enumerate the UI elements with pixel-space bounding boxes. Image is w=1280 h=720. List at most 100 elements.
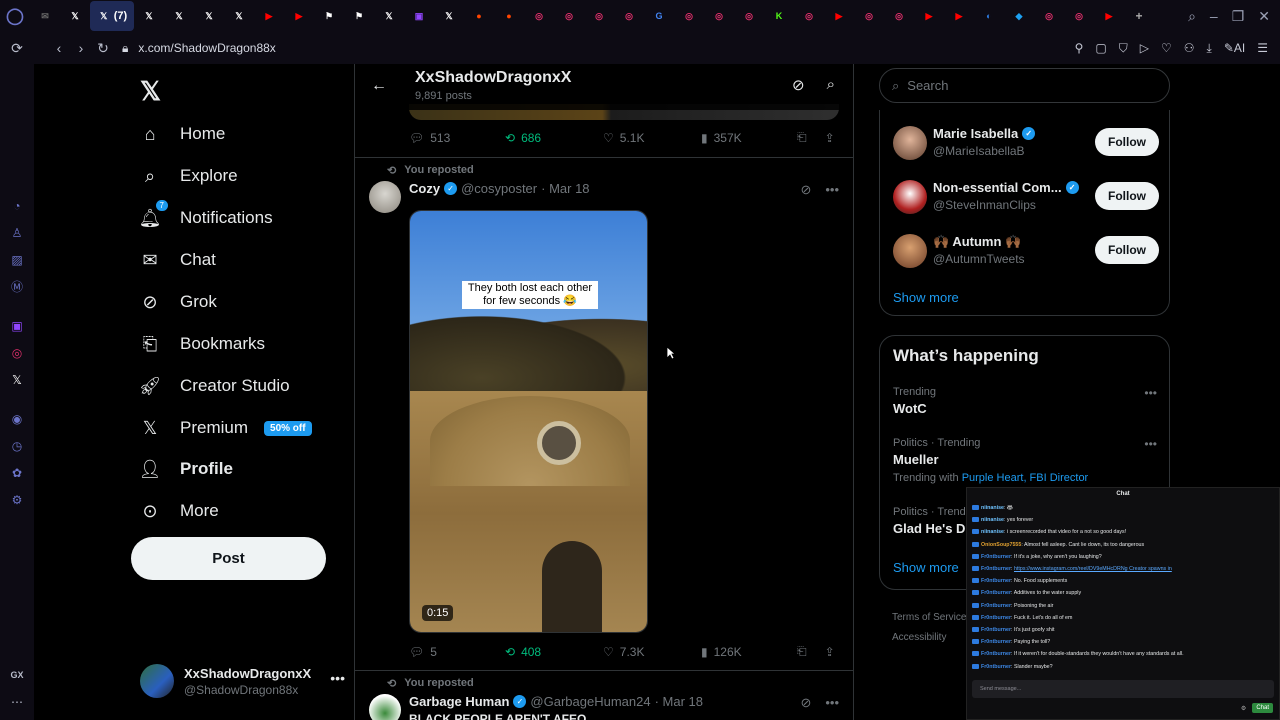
chat-username[interactable]: Fr0ntburner: [981, 627, 1011, 633]
tab-instagram[interactable]: ◎: [854, 1, 884, 31]
twitch-icon[interactable]: ▣: [11, 312, 22, 339]
chat-username[interactable]: Fr0ntburner: [981, 651, 1011, 657]
like-button[interactable]: ♡ 5.1K: [603, 131, 701, 145]
tab-flag[interactable]: ⚑: [314, 1, 344, 31]
tab-youtube[interactable]: ▶: [284, 1, 314, 31]
tab-reddit[interactable]: ●: [494, 1, 524, 31]
stripe-icon[interactable]: ▨: [11, 246, 22, 273]
tab-x-active[interactable]: 𝕏 (7): [90, 1, 134, 31]
follow-suggestion[interactable]: Marie Isabella ✓ @MarieIsabellaB Follow: [893, 122, 1159, 162]
nav-notifications[interactable]: 🔔︎ 7 Notifications: [138, 200, 273, 230]
snapshot-icon[interactable]: ▢: [1095, 41, 1106, 55]
download-icon[interactable]: ⤓: [1207, 41, 1212, 56]
instagram-icon[interactable]: ◎: [12, 339, 22, 366]
tab-instagram[interactable]: ◎: [614, 1, 644, 31]
tab-x[interactable]: 𝕏: [224, 1, 254, 31]
tab-youtube[interactable]: ▶: [914, 1, 944, 31]
reply-button[interactable]: 💬︎ 5: [409, 645, 505, 659]
tab-google[interactable]: G: [644, 1, 674, 31]
tab-twitter-blue[interactable]: ◆: [1004, 1, 1034, 31]
chat-username[interactable]: niinanise: [981, 517, 1004, 523]
bookmark-icon[interactable]: ⎗: [797, 644, 807, 659]
aria-icon[interactable]: ◔: [13, 192, 20, 219]
back-arrow-icon[interactable]: ←: [371, 77, 387, 95]
follow-button[interactable]: Follow: [1095, 128, 1159, 156]
chat-input[interactable]: Send message...: [972, 680, 1274, 698]
more-dots-icon[interactable]: •••: [825, 695, 839, 711]
more-dots-icon[interactable]: •••: [825, 182, 839, 198]
nav-chat[interactable]: ✉ Chat: [138, 248, 215, 272]
tab-flag[interactable]: ⚑: [344, 1, 374, 31]
chat-send-button[interactable]: Chat: [1252, 703, 1273, 713]
nav-home[interactable]: ⌂ Home: [138, 122, 226, 146]
suggestion-name[interactable]: Marie Isabella ✓: [933, 126, 1036, 141]
m-icon[interactable]: Ⓜ: [11, 273, 23, 300]
nav-more[interactable]: ⊙ More: [138, 499, 218, 523]
grok-icon[interactable]: ⊘: [800, 182, 811, 198]
back-icon[interactable]: ‹: [48, 40, 70, 56]
author-handle[interactable]: @GarbageHuman24: [530, 694, 650, 709]
tab-mail[interactable]: ✉: [30, 1, 60, 31]
trend-with-topics[interactable]: Purple Heart, FBI Director: [962, 472, 1089, 484]
grok-icon[interactable]: ⊘: [792, 76, 805, 94]
chat-username[interactable]: Fr0ntburner: [981, 639, 1011, 645]
search-icon[interactable]: ⌕: [827, 76, 835, 94]
nav-profile[interactable]: 👤︎ Profile: [138, 457, 233, 481]
views-button[interactable]: ▮ 357K: [701, 131, 797, 145]
chat-username[interactable]: Fr0ntburner: [981, 664, 1011, 670]
chat-username[interactable]: Fr0ntburner: [981, 590, 1011, 596]
views-button[interactable]: ▮ 126K: [701, 645, 797, 659]
heart-icon[interactable]: ♡: [1161, 41, 1172, 55]
share-icon[interactable]: ⇪: [825, 131, 835, 145]
tab-instagram[interactable]: ◎: [584, 1, 614, 31]
sync-icon[interactable]: ⟳: [6, 40, 28, 57]
tab-x[interactable]: 𝕏: [134, 1, 164, 31]
maximize-icon[interactable]: ❐: [1232, 8, 1245, 25]
tab-instagram[interactable]: ◎: [1034, 1, 1064, 31]
tweet-date[interactable]: · Mar 18: [655, 694, 703, 709]
chat-username[interactable]: niinanise: [981, 529, 1004, 535]
new-tab-icon[interactable]: +: [1124, 1, 1154, 31]
tab-youtube[interactable]: ▶: [824, 1, 854, 31]
tab-youtube[interactable]: ▶: [254, 1, 284, 31]
avatar[interactable]: [369, 694, 401, 720]
forward-icon[interactable]: ›: [70, 40, 92, 56]
trend-item[interactable]: Politics · Trending Mueller Trending with …: [893, 437, 1159, 484]
chat-username[interactable]: niinanise: [981, 505, 1004, 511]
more-dots-icon[interactable]: •••: [330, 670, 345, 686]
settings-icon[interactable]: ⚙: [12, 486, 23, 513]
tweet-date[interactable]: · Mar 18: [541, 181, 589, 196]
chat-username[interactable]: Fr0ntburner: [981, 566, 1011, 572]
follow-button[interactable]: Follow: [1095, 182, 1159, 210]
avatar[interactable]: [893, 126, 927, 160]
tab-x[interactable]: 𝕏: [374, 1, 404, 31]
tab-reddit[interactable]: ●: [464, 1, 494, 31]
show-more-link[interactable]: Show more: [893, 290, 959, 305]
tab-instagram[interactable]: ◎: [794, 1, 824, 31]
search-tabs-icon[interactable]: ⌕: [1188, 8, 1196, 25]
nav-explore[interactable]: ⌕ Explore: [138, 164, 238, 188]
more-dots-icon[interactable]: •••: [1144, 386, 1157, 400]
repost-button[interactable]: ⟲ 686: [505, 131, 603, 145]
tab-kick[interactable]: K: [764, 1, 794, 31]
follow-button[interactable]: Follow: [1095, 236, 1159, 264]
trend-item[interactable]: Trending WotC •••: [893, 386, 1159, 416]
tab-youtube[interactable]: ▶: [1094, 1, 1124, 31]
share-icon[interactable]: ⇪: [825, 645, 835, 659]
search-input[interactable]: ⌕ Search: [879, 68, 1170, 103]
tab-instagram[interactable]: ◎: [884, 1, 914, 31]
bookmark-icon[interactable]: ⎗: [797, 130, 807, 145]
x-logo-icon[interactable]: 𝕏: [140, 76, 161, 107]
tab-twitch[interactable]: ▣: [404, 1, 434, 31]
tab-instagram[interactable]: ◎: [1064, 1, 1094, 31]
avatar[interactable]: [369, 181, 401, 213]
suggestion-name[interactable]: Non-essential Com... ✓: [933, 180, 1079, 195]
gx-icon[interactable]: GX: [10, 661, 23, 688]
tab-instagram[interactable]: ◎: [524, 1, 554, 31]
history-icon[interactable]: ◷: [12, 432, 22, 459]
post-button[interactable]: Post: [131, 537, 326, 580]
follow-suggestion[interactable]: Non-essential Com... ✓ @SteveInmanClips Fol…: [893, 176, 1159, 216]
opera-logo-icon[interactable]: ◯: [0, 1, 30, 31]
chat-username[interactable]: Fr0ntburner: [981, 615, 1011, 621]
close-icon[interactable]: ✕: [1258, 8, 1270, 25]
